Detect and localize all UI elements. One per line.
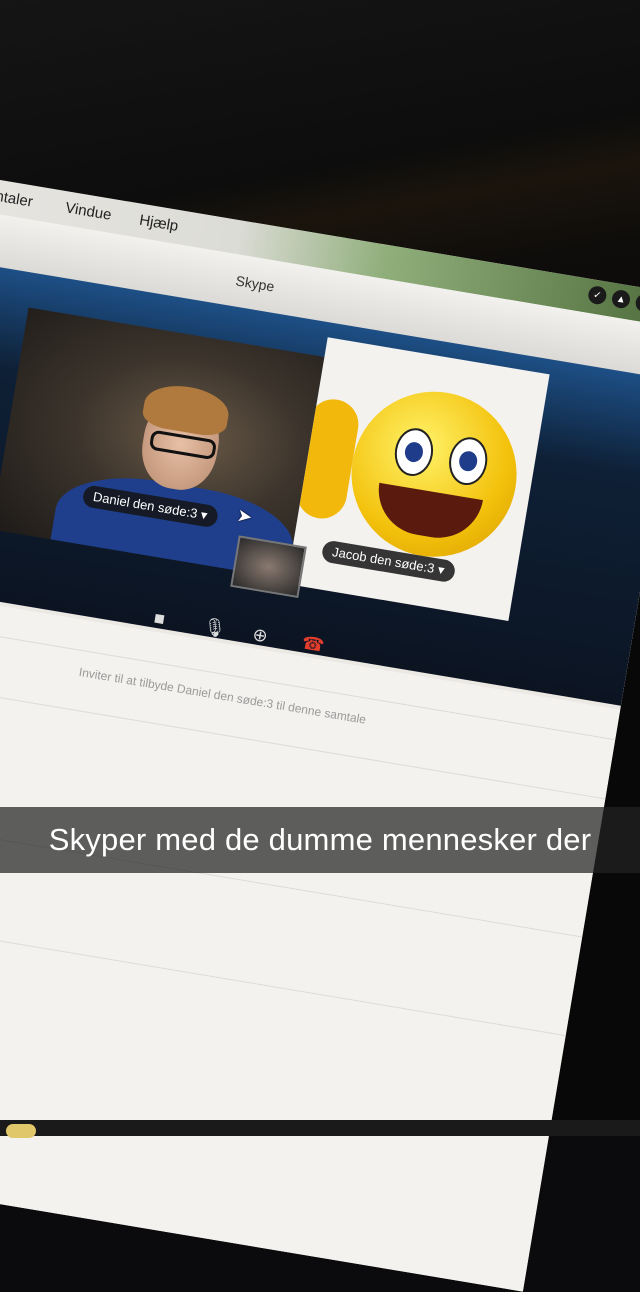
divider [0,673,606,800]
video-camera-icon[interactable]: ■ [152,608,166,631]
window-title: Skype [234,272,276,295]
system-tray: ✓ ▲ ✚ ◉ [586,284,640,318]
video-tile-daniel[interactable] [0,307,325,579]
smiley-avatar [339,379,530,570]
divider [0,909,566,1037]
laptop-bezel-bottom [0,1120,640,1136]
settings-icon[interactable]: ✚ [634,292,640,314]
snap-caption-bar: Skyper med de dumme mennesker der [0,807,640,873]
chevron-down-icon: ▾ [199,506,209,523]
microphone-icon[interactable]: 🎙 [202,616,228,640]
check-icon[interactable]: ✓ [586,284,608,306]
caption-text: Skyper med de dumme mennesker der [48,822,592,857]
video-tile-jacob[interactable] [286,337,550,621]
smile-mouth [371,482,483,545]
right-eye [445,434,491,488]
chevron-down-icon: ▾ [436,561,446,578]
self-view-thumbnail[interactable] [230,535,307,599]
menu-item-vindue[interactable]: Vindue [64,199,113,223]
left-eye [391,425,437,479]
menu-item-hjaelp[interactable]: Hjælp [138,212,179,235]
add-participant-icon[interactable]: ⊕ [251,624,269,647]
drive-icon[interactable]: ▲ [610,288,632,310]
hang-up-icon[interactable]: ☎ [300,632,325,656]
menu-item-samtaler[interactable]: mtaler [0,187,34,211]
